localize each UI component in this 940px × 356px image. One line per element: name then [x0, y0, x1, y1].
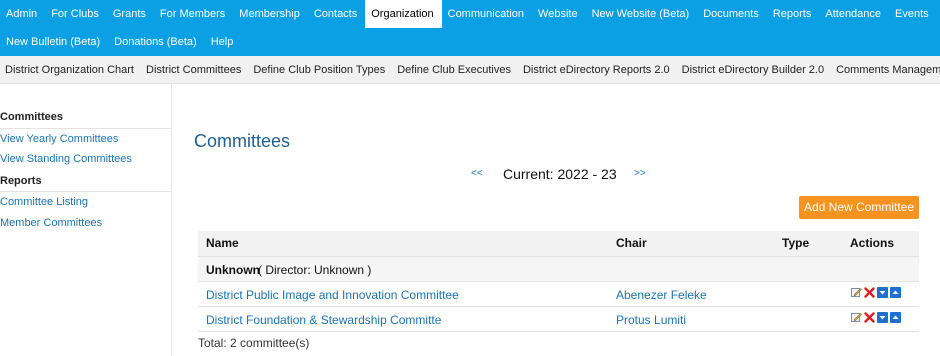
nav-documents[interactable]: Documents	[697, 0, 767, 28]
subnav-edirectory-reports[interactable]: District eDirectory Reports 2.0	[518, 64, 677, 76]
sidebar-item-view-standing-committees[interactable]: View Standing Committees	[0, 153, 132, 165]
nav-organization[interactable]: Organization	[365, 0, 442, 28]
table-bottom-border	[198, 331, 919, 332]
row-actions	[851, 287, 901, 298]
table-row: District Foundation & Stewardship Commit…	[198, 306, 919, 331]
subnav-district-organization-chart[interactable]: District Organization Chart	[0, 64, 141, 76]
top-nav-row-1: Admin For Clubs Grants For Members Membe…	[0, 0, 937, 28]
move-up-icon[interactable]	[890, 287, 901, 298]
column-header-name: Name	[206, 236, 239, 250]
nav-communication[interactable]: Communication	[442, 0, 532, 28]
subnav-comments-management[interactable]: Comments Management	[831, 64, 940, 76]
table-header: Name Chair Type Actions	[198, 231, 919, 256]
column-header-type: Type	[782, 236, 810, 250]
move-down-icon[interactable]	[877, 312, 888, 323]
nav-help[interactable]: Help	[205, 28, 242, 56]
nav-donations-beta[interactable]: Donations (Beta)	[108, 28, 205, 56]
nav-events[interactable]: Events	[889, 0, 937, 28]
sidebar-divider	[0, 128, 171, 129]
nav-new-website-beta[interactable]: New Website (Beta)	[586, 0, 698, 28]
nav-grants[interactable]: Grants	[107, 0, 154, 28]
committee-name-link[interactable]: District Public Image and Innovation Com…	[206, 288, 459, 302]
nav-reports[interactable]: Reports	[767, 0, 820, 28]
row-actions	[851, 312, 901, 323]
sidebar-divider	[0, 191, 171, 192]
subnav-define-club-executives[interactable]: Define Club Executives	[392, 64, 518, 76]
table-row: District Public Image and Innovation Com…	[198, 281, 919, 306]
sidebar-item-committee-listing[interactable]: Committee Listing	[0, 196, 88, 208]
committee-name-link[interactable]: District Foundation & Stewardship Commit…	[206, 313, 441, 327]
add-new-committee-button[interactable]: Add New Committee	[799, 196, 919, 219]
committee-chair-link[interactable]: Protus Lumiti	[616, 313, 686, 327]
top-nav-row-2: New Bulletin (Beta) Donations (Beta) Hel…	[0, 28, 241, 56]
subnav-edirectory-builder[interactable]: District eDirectory Builder 2.0	[677, 64, 831, 76]
nav-attendance[interactable]: Attendance	[819, 0, 889, 28]
sidebar-item-member-committees[interactable]: Member Committees	[0, 217, 102, 229]
group-row: Unknown ( Director: Unknown )	[198, 256, 919, 281]
total-count: Total: 2 committee(s)	[198, 336, 310, 350]
nav-website[interactable]: Website	[532, 0, 586, 28]
sidebar: Committees View Yearly Committees View S…	[0, 84, 172, 356]
sidebar-item-view-yearly-committees[interactable]: View Yearly Committees	[0, 133, 118, 145]
delete-icon[interactable]	[864, 312, 875, 323]
subnav-district-committees[interactable]: District Committees	[141, 64, 248, 76]
nav-new-bulletin-beta[interactable]: New Bulletin (Beta)	[0, 28, 108, 56]
subnav-define-club-position-types[interactable]: Define Club Position Types	[248, 64, 392, 76]
sidebar-heading-reports: Reports	[0, 175, 42, 187]
edit-icon[interactable]	[851, 312, 862, 323]
delete-icon[interactable]	[864, 287, 875, 298]
next-year-link[interactable]: >>	[634, 168, 646, 179]
previous-year-link[interactable]: <<	[471, 168, 483, 179]
sidebar-heading-committees: Committees	[0, 111, 63, 123]
move-up-icon[interactable]	[890, 312, 901, 323]
group-director: ( Director: Unknown )	[258, 263, 372, 277]
nav-contacts[interactable]: Contacts	[308, 0, 365, 28]
column-header-chair: Chair	[616, 236, 647, 250]
sub-navigation: District Organization Chart District Com…	[0, 56, 940, 84]
current-year-label: Current: 2022 - 23	[503, 166, 617, 182]
nav-admin[interactable]: Admin	[0, 0, 45, 28]
nav-for-members[interactable]: For Members	[154, 0, 233, 28]
page-title: Committees	[194, 131, 291, 151]
nav-membership[interactable]: Membership	[233, 0, 308, 28]
top-navigation: Admin For Clubs Grants For Members Membe…	[0, 0, 940, 56]
column-header-actions: Actions	[850, 236, 895, 250]
nav-for-clubs[interactable]: For Clubs	[45, 0, 107, 28]
edit-icon[interactable]	[851, 287, 862, 298]
move-down-icon[interactable]	[877, 287, 888, 298]
group-name: Unknown	[206, 263, 260, 277]
committee-chair-link[interactable]: Abenezer Feleke	[616, 288, 707, 302]
